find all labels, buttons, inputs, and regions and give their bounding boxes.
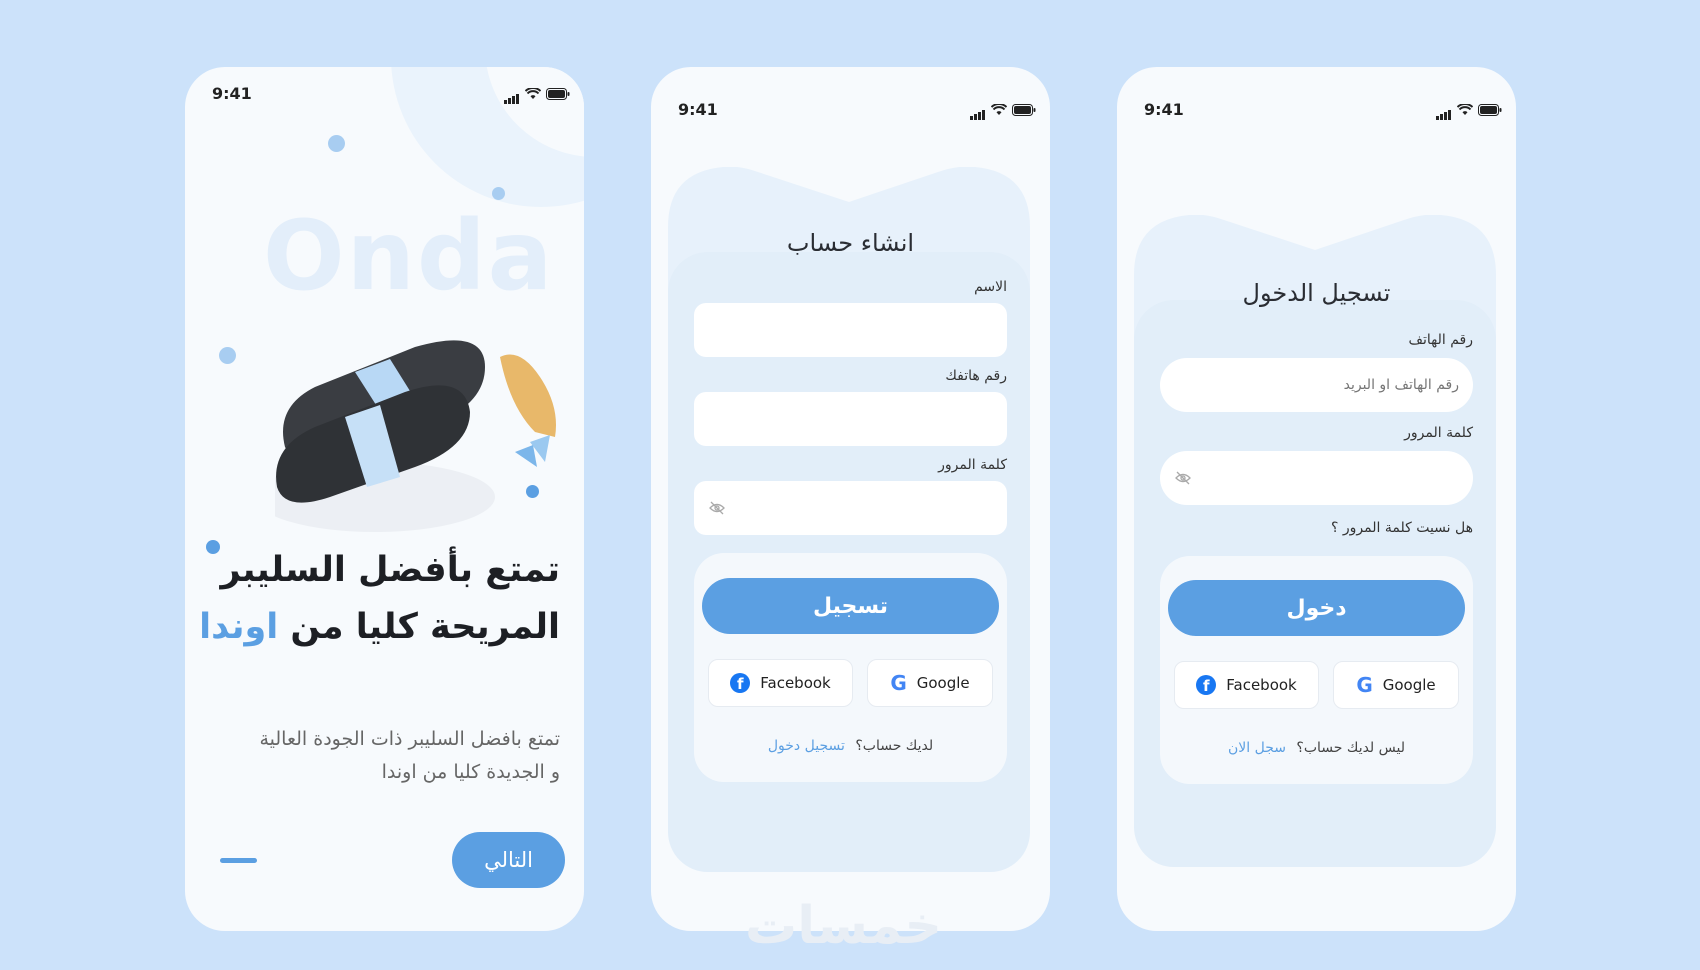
signal-icon [503,85,520,104]
footer-question: لديك حساب؟ [855,738,934,754]
site-watermark: خمسات [745,896,943,956]
battery-icon [1478,104,1502,116]
description-line1: تمتع بافضل السليبر ذات الجودة العالية [259,728,560,750]
facebook-icon: f [1196,675,1217,695]
footer-question: ليس لديك حساب؟ [1296,740,1405,756]
signup-screen: 9:41 انشاء حساب الاسم رقم هاتفك كلمة الم… [651,67,1050,931]
decor-dot [219,347,236,364]
phone-email-field[interactable] [1160,358,1473,412]
headline-accent: اوندا [199,607,279,647]
google-icon: G [1356,673,1373,697]
name-label: الاسم [974,279,1007,295]
status-icons [969,101,1036,120]
wifi-icon [524,87,542,99]
password-label: كلمة المرور [1404,425,1473,441]
google-label: Google [1382,676,1436,694]
facebook-button[interactable]: f Facebook [1174,661,1319,709]
register-link[interactable]: سجل الان [1228,740,1286,756]
facebook-button[interactable]: f Facebook [708,659,853,707]
login-link[interactable]: تسجيل دخول [768,738,845,754]
password-field[interactable] [1160,451,1473,505]
forgot-password-link[interactable]: هل نسيت كلمة المرور ؟ [1331,520,1473,536]
slippers-illustration [275,340,556,532]
status-time: 9:41 [678,100,718,119]
eye-off-icon[interactable] [1175,471,1191,485]
status-time: 9:41 [212,84,252,103]
login-button[interactable]: دخول [1168,580,1465,636]
status-icons [503,85,570,104]
password-field[interactable] [694,481,1007,535]
google-icon: G [890,671,907,695]
login-title: تسجيل الدخول [1242,279,1391,307]
headline-line2: المريحة كليا من اوندا [199,607,560,647]
phone-label: رقم الهاتف [1408,332,1473,348]
password-label: كلمة المرور [938,457,1007,473]
facebook-label: Facebook [1226,676,1297,694]
status-icons [1435,101,1502,120]
google-button[interactable]: G Google [867,659,993,707]
signal-icon [969,101,986,120]
headline-prefix: المريحة كليا من [290,607,560,647]
signal-icon [1435,101,1452,120]
signup-title: انشاء حساب [786,229,915,257]
description-line2: و الجديدة كليا من اوندا [381,761,560,783]
google-label: Google [916,674,970,692]
wifi-icon [990,103,1008,115]
decor-dot [492,187,505,200]
page-indicator [220,858,257,863]
facebook-label: Facebook [760,674,831,692]
signup-footer: لديك حساب؟ تسجيل دخول [651,738,1050,754]
login-screen: 9:41 تسجيل الدخول رقم الهاتف كلمة المرور… [1117,67,1516,931]
decor-dot [328,135,345,152]
battery-icon [1012,104,1036,116]
eye-off-icon[interactable] [709,501,725,515]
decor-dot [206,540,220,554]
onboarding-screen: 9:41 Onda تمتع بأفضل السليبر المريحة كلي… [185,67,584,931]
phone-label: رقم هاتفك [945,368,1007,384]
phone-field[interactable] [694,392,1007,446]
facebook-icon: f [730,673,751,693]
status-time: 9:41 [1144,100,1184,119]
register-button[interactable]: تسجيل [702,578,999,634]
name-field[interactable] [694,303,1007,357]
wifi-icon [1456,103,1474,115]
google-button[interactable]: G Google [1333,661,1459,709]
login-footer: ليس لديك حساب؟ سجل الان [1117,740,1516,756]
headline-line1: تمتع بأفضل السليبر [220,550,561,590]
brand-watermark: Onda [263,200,555,312]
next-button[interactable]: التالي [452,832,565,888]
battery-icon [546,88,570,100]
